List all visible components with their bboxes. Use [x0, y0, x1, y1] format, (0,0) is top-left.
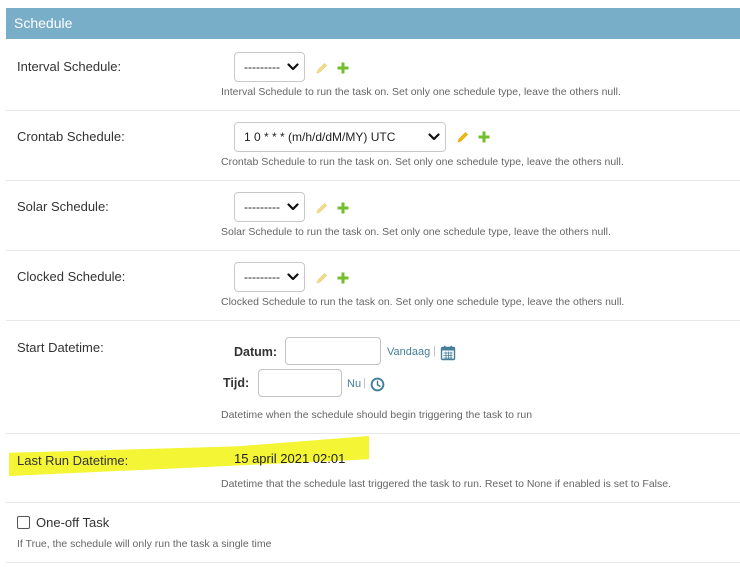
start-time-input[interactable]: [258, 369, 342, 397]
fieldset-header: Schedule: [6, 8, 740, 39]
row-divider: [6, 110, 740, 111]
plus-icon[interactable]: [336, 201, 350, 215]
row-divider: [6, 562, 740, 563]
pencil-icon[interactable]: [315, 271, 329, 285]
row-divider: [6, 502, 740, 503]
row-divider: [6, 433, 740, 434]
solar-schedule-select[interactable]: ---------: [234, 192, 305, 222]
shortcut-separator: |: [433, 345, 436, 357]
crontab-schedule-label: Crontab Schedule:: [17, 129, 125, 144]
clocked-schedule-help: Clocked Schedule to run the task on. Set…: [221, 296, 625, 308]
date-label: Datum:: [234, 345, 278, 359]
interval-schedule-label: Interval Schedule:: [17, 59, 122, 74]
interval-schedule-select[interactable]: ---------: [234, 52, 305, 82]
last-run-datetime-label: Last Run Datetime:: [17, 453, 129, 468]
row-divider: [6, 320, 740, 321]
one-off-task-help: If True, the schedule will only run the …: [17, 538, 272, 550]
last-run-datetime-value: 15 april 2021 02:01: [234, 451, 346, 466]
last-run-datetime-help: Datetime that the schedule last triggere…: [221, 478, 671, 490]
chevron-down-icon: [428, 133, 440, 141]
row-divider: [6, 180, 740, 181]
time-label: Tijd:: [223, 376, 250, 390]
shortcut-separator: |: [363, 377, 366, 389]
pencil-icon[interactable]: [315, 201, 329, 215]
clocked-schedule-label: Clocked Schedule:: [17, 269, 126, 284]
pencil-icon[interactable]: [456, 130, 470, 144]
calendar-icon[interactable]: [440, 345, 456, 361]
crontab-schedule-help: Crontab Schedule to run the task on. Set…: [221, 156, 624, 168]
start-datetime-help: Datetime when the schedule should begin …: [221, 409, 533, 421]
start-date-input[interactable]: [285, 337, 381, 365]
start-datetime-label: Start Datetime:: [17, 340, 104, 355]
clock-icon[interactable]: [370, 377, 385, 392]
now-link[interactable]: Nu: [347, 378, 361, 390]
chevron-down-icon: [287, 203, 299, 211]
one-off-task-label[interactable]: One-off Task: [36, 515, 109, 530]
plus-icon[interactable]: [336, 61, 350, 75]
solar-schedule-help: Solar Schedule to run the task on. Set o…: [221, 226, 611, 238]
row-divider: [6, 250, 740, 251]
plus-icon[interactable]: [336, 271, 350, 285]
crontab-schedule-select[interactable]: 1 0 * * * (m/h/d/dM/MY) UTC: [234, 122, 446, 152]
plus-icon[interactable]: [477, 130, 491, 144]
schedule-fieldset: Schedule Interval Schedule: --------- In…: [0, 0, 740, 570]
today-link[interactable]: Vandaag: [387, 346, 430, 358]
clocked-schedule-value: ---------: [244, 270, 280, 284]
interval-schedule-help: Interval Schedule to run the task on. Se…: [221, 86, 621, 98]
crontab-schedule-value: 1 0 * * * (m/h/d/dM/MY) UTC: [244, 130, 396, 144]
one-off-task-checkbox[interactable]: [17, 516, 30, 529]
interval-schedule-value: ---------: [244, 60, 280, 74]
chevron-down-icon: [287, 63, 299, 71]
pencil-icon[interactable]: [315, 61, 329, 75]
solar-schedule-label: Solar Schedule:: [17, 199, 109, 214]
clocked-schedule-select[interactable]: ---------: [234, 262, 305, 292]
solar-schedule-value: ---------: [244, 200, 280, 214]
chevron-down-icon: [287, 273, 299, 281]
